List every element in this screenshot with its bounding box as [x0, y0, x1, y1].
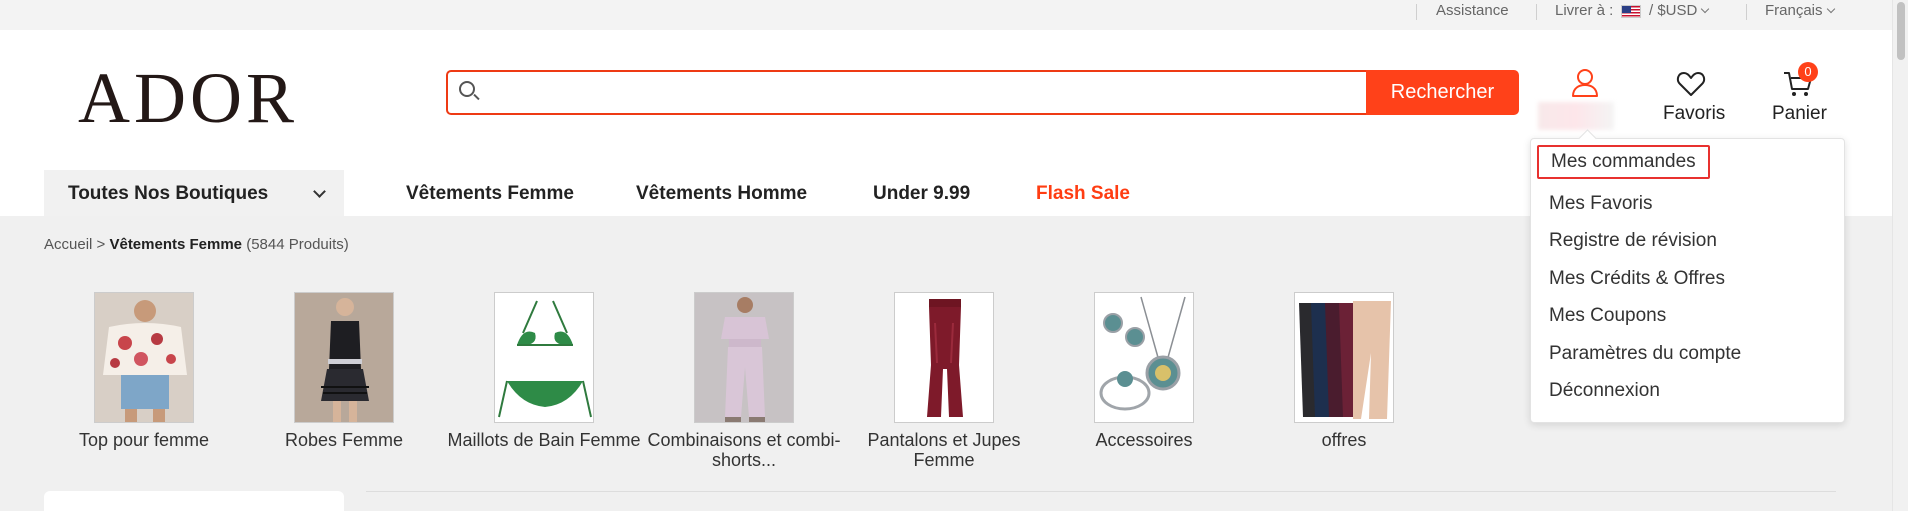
language-selector[interactable]: Français	[1765, 2, 1835, 20]
green-bikini-image[interactable]	[494, 292, 594, 423]
page-scrollbar[interactable]	[1892, 0, 1908, 511]
jewelry-set-image[interactable]	[1094, 292, 1194, 423]
site-logo[interactable]: ADOR	[78, 58, 298, 138]
product-count: (5844 Produits)	[246, 236, 349, 253]
search-icon	[459, 81, 475, 97]
currency-selector[interactable]: / $USD	[1649, 2, 1710, 20]
deliver-to-label[interactable]: Livrer à :	[1555, 2, 1613, 20]
nav-item-under-9-99[interactable]: Under 9.99	[873, 183, 970, 205]
menu-item-credits-offers[interactable]: Mes Crédits & Offres	[1549, 268, 1725, 290]
category-label[interactable]: Top pour femme	[44, 430, 244, 450]
leggings-image[interactable]	[1294, 292, 1394, 423]
account-menu: Mes commandes Mes Favoris Registre de ré…	[1530, 138, 1845, 423]
lilac-jumpsuit-image[interactable]	[694, 292, 794, 423]
chevron-down-icon	[1701, 4, 1710, 14]
breadcrumb-home[interactable]: Accueil	[44, 236, 92, 253]
black-dress-image[interactable]	[294, 292, 394, 423]
assistance-link[interactable]: Assistance	[1436, 2, 1509, 20]
language-label: Français	[1765, 2, 1823, 19]
menu-item-logout[interactable]: Déconnexion	[1549, 380, 1660, 402]
category-label[interactable]: offres	[1244, 430, 1444, 450]
all-shops-dropdown[interactable]: Toutes Nos Boutiques	[44, 170, 344, 216]
top-utility-bar: Assistance Livrer à : / $USD Français	[0, 0, 1908, 30]
account-name-blurred[interactable]	[1538, 102, 1614, 130]
divider	[1536, 4, 1537, 20]
chevron-down-icon	[1826, 4, 1835, 14]
nav-item-womens-clothing[interactable]: Vêtements Femme	[406, 183, 574, 205]
search-box	[446, 70, 1366, 115]
filter-panel	[44, 491, 344, 511]
menu-item-account-settings[interactable]: Paramètres du compte	[1549, 343, 1741, 365]
chevron-down-icon	[313, 185, 326, 198]
floral-blouse-image[interactable]	[94, 292, 194, 423]
breadcrumb: Accueil > Vêtements Femme (5844 Produits…	[44, 236, 349, 253]
menu-item-review-log[interactable]: Registre de révision	[1549, 230, 1717, 252]
breadcrumb-separator: >	[96, 236, 106, 253]
burgundy-pants-image[interactable]	[894, 292, 994, 423]
nav-item-flash-sale[interactable]: Flash Sale	[1036, 183, 1130, 205]
category-label[interactable]: Pantalons et Jupes Femme	[844, 430, 1044, 470]
nav-item-mens-clothing[interactable]: Vêtements Homme	[636, 183, 807, 205]
divider	[1416, 4, 1417, 20]
currency-label: / $USD	[1649, 2, 1698, 19]
menu-item-coupons[interactable]: Mes Coupons	[1549, 305, 1666, 327]
scrollbar-thumb[interactable]	[1897, 2, 1905, 60]
user-icon[interactable]	[1571, 68, 1599, 98]
divider	[1746, 4, 1747, 20]
us-flag-icon[interactable]	[1621, 5, 1641, 18]
category-label[interactable]: Accessoires	[1044, 430, 1244, 450]
divider	[366, 491, 1836, 492]
cart-label[interactable]: Panier	[1772, 103, 1827, 125]
category-label[interactable]: Maillots de Bain Femme	[444, 430, 644, 450]
menu-item-my-orders[interactable]: Mes commandes	[1537, 145, 1710, 179]
all-shops-label: Toutes Nos Boutiques	[68, 183, 269, 204]
search-button[interactable]: Rechercher	[1366, 70, 1519, 115]
favorites-label[interactable]: Favoris	[1663, 103, 1725, 125]
menu-item-my-favorites[interactable]: Mes Favoris	[1549, 193, 1652, 215]
heart-icon[interactable]	[1676, 70, 1706, 98]
cart-count-badge: 0	[1798, 62, 1818, 82]
category-label[interactable]: Robes Femme	[244, 430, 444, 450]
category-label[interactable]: Combinaisons et combi-shorts...	[644, 430, 844, 470]
search-input[interactable]	[490, 72, 1350, 113]
breadcrumb-current: Vêtements Femme	[109, 236, 243, 253]
